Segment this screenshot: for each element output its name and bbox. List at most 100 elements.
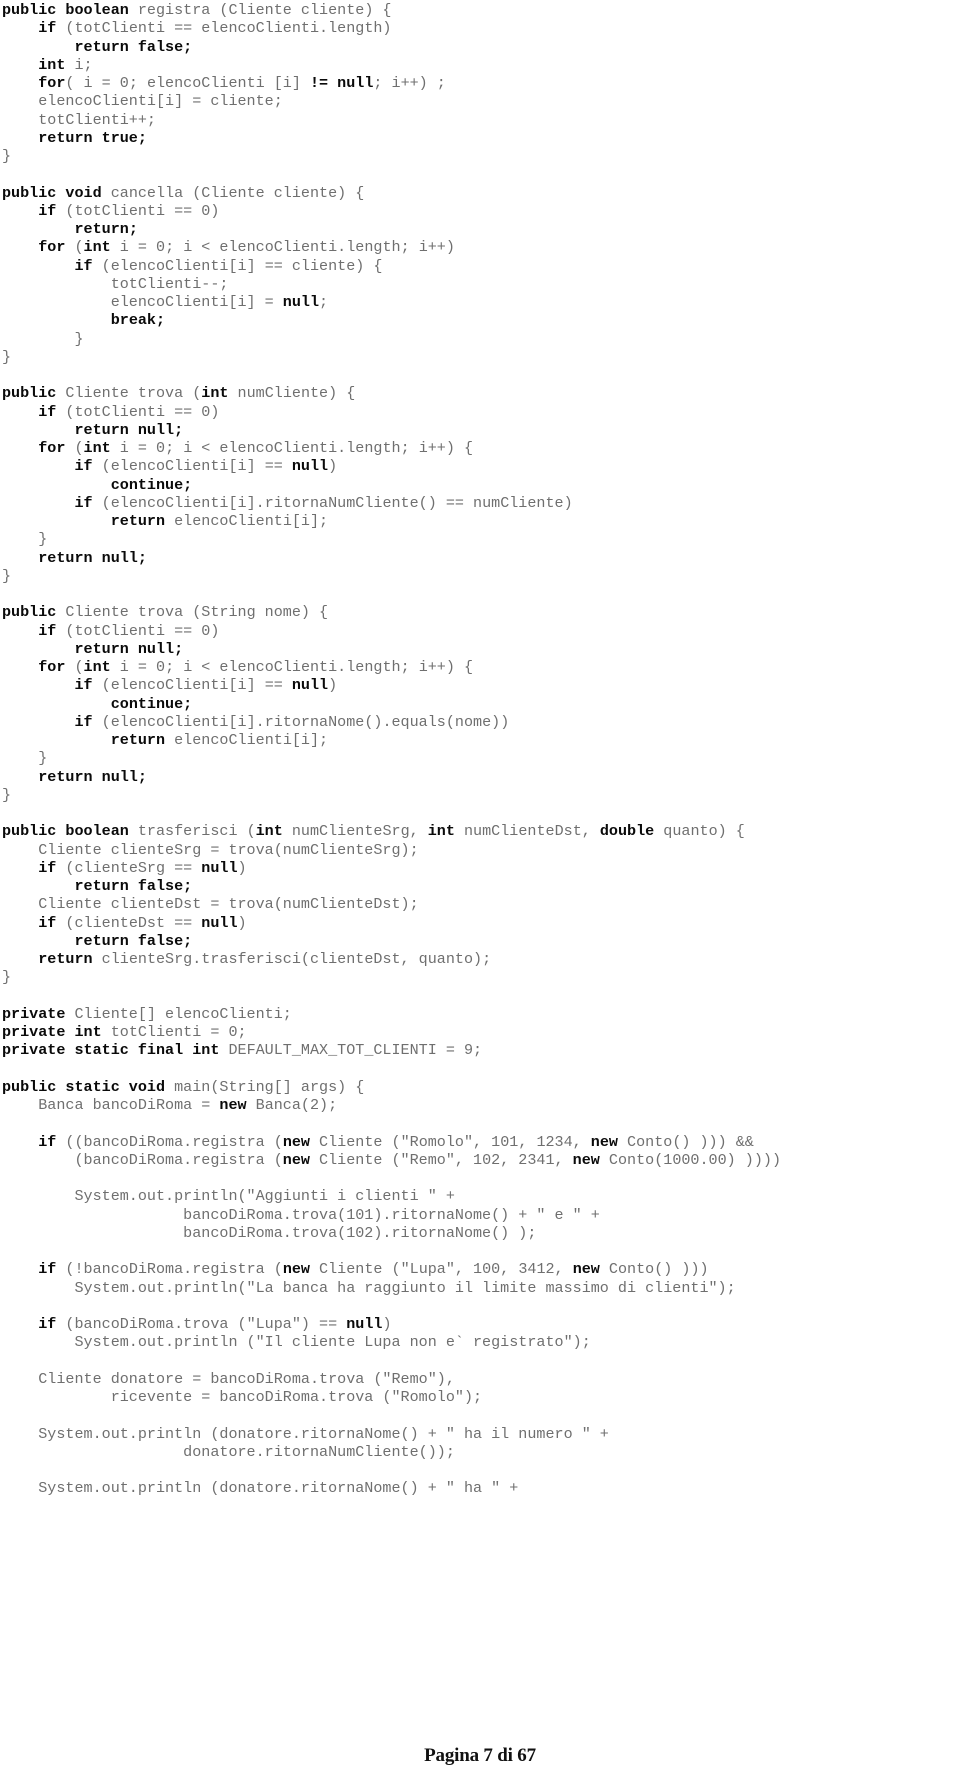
- code-line: elencoClienti[i] = null;: [0, 293, 960, 311]
- code-keyword: private: [2, 1004, 66, 1023]
- code-keyword: if: [38, 402, 57, 421]
- code-keyword: continue;: [110, 694, 193, 713]
- code-identifier: Cliente donatore = bancoDiRoma.trova ("R…: [2, 1369, 455, 1388]
- code-keyword: private int: [2, 1023, 102, 1041]
- code-keyword: return true;: [38, 128, 147, 147]
- page-footer: Pagina 7 di 67: [0, 1745, 960, 1767]
- code-identifier: (bancoDiRoma.trova ("Lupa") ==: [56, 1315, 347, 1333]
- code-identifier: (elencoClienti[i] == cliente) {: [92, 256, 383, 275]
- code-line: int i;: [0, 56, 960, 74]
- code-identifier: }: [2, 530, 48, 549]
- code-identifier: elencoClienti[i];: [165, 512, 329, 530]
- code-identifier: elencoClienti[i] = cliente;: [2, 92, 283, 111]
- code-identifier: trasferisci (: [128, 822, 256, 841]
- code-identifier: System.out.println (donatore.ritornaNome…: [2, 1424, 609, 1443]
- code-identifier: [2, 476, 111, 494]
- code-line: (bancoDiRoma.registra (new Cliente ("Rem…: [0, 1151, 960, 1169]
- code-identifier: (: [65, 238, 84, 257]
- code-keyword: if: [38, 201, 57, 220]
- code-keyword: new: [282, 1132, 310, 1151]
- code-keyword: if: [38, 621, 57, 640]
- code-identifier: ( i = 0; elencoClienti [i]: [65, 74, 310, 92]
- code-identifier: [2, 38, 74, 56]
- code-line: Cliente donatore = bancoDiRoma.trova ("R…: [0, 1370, 960, 1388]
- code-identifier: [2, 403, 38, 421]
- code-line: if (elencoClienti[i] == cliente) {: [0, 257, 960, 275]
- code-identifier: i = 0; i < elencoClienti.length; i++) {: [110, 439, 474, 457]
- code-identifier: (elencoClienti[i].ritornaNome().equals(n…: [92, 712, 510, 731]
- code-line: if (totClienti == 0): [0, 403, 960, 421]
- code-keyword: return null;: [38, 548, 147, 567]
- code-line: public Cliente trova (String nome) {: [0, 603, 960, 621]
- code-identifier: [2, 640, 74, 658]
- code-identifier: (elencoClienti[i] ==: [92, 676, 292, 695]
- code-identifier: [2, 220, 74, 238]
- code-identifier: Banca bancoDiRoma =: [2, 1096, 220, 1114]
- code-keyword: private static final int: [2, 1041, 220, 1060]
- code-identifier: ): [328, 457, 338, 476]
- code-keyword: if: [38, 1315, 57, 1333]
- code-keyword: return: [110, 731, 166, 749]
- code-keyword: double: [599, 822, 655, 841]
- code-line: return true;: [0, 129, 960, 147]
- code-line: public Cliente trova (int numCliente) {: [0, 384, 960, 402]
- code-identifier: donatore.ritornaNumCliente());: [2, 1442, 455, 1461]
- code-keyword: != null: [309, 74, 374, 92]
- code-identifier: Banca(2);: [246, 1096, 338, 1114]
- code-line: return elencoClienti[i];: [0, 731, 960, 749]
- code-identifier: elencoClienti[i] =: [2, 293, 283, 311]
- code-identifier: (totClienti == 0): [56, 201, 220, 220]
- code-identifier: cancella (Cliente cliente) {: [101, 183, 365, 202]
- code-keyword: if: [38, 1132, 57, 1151]
- code-keyword: int: [38, 55, 66, 74]
- code-keyword: null: [291, 676, 329, 695]
- page-number-label: Pagina 7 di 67: [424, 1745, 536, 1766]
- code-identifier: [2, 311, 111, 329]
- code-identifier: ((bancoDiRoma.registra (: [56, 1132, 283, 1151]
- code-identifier: registra (Cliente cliente) {: [128, 1, 392, 19]
- code-keyword: int: [83, 238, 111, 257]
- code-line: }: [0, 749, 960, 767]
- code-identifier: System.out.println (donatore.ritornaNome…: [2, 1479, 519, 1498]
- code-identifier: [2, 658, 38, 676]
- code-identifier: [2, 877, 74, 895]
- code-identifier: (elencoClienti[i] ==: [92, 457, 292, 476]
- code-identifier: elencoClienti[i];: [165, 731, 329, 749]
- code-keyword: return: [38, 950, 93, 968]
- code-identifier: totClienti++;: [2, 110, 156, 129]
- code-identifier: (: [65, 658, 84, 676]
- code-line: System.out.println ("Il cliente Lupa non…: [0, 1333, 960, 1351]
- code-identifier: [2, 622, 38, 640]
- code-keyword: if: [74, 676, 93, 695]
- code-keyword: public boolean: [2, 1, 129, 19]
- code-keyword: if: [38, 858, 57, 877]
- code-keyword: new: [572, 1260, 600, 1279]
- code-line: elencoClienti[i] = cliente;: [0, 92, 960, 110]
- code-keyword: if: [74, 493, 93, 512]
- code-identifier: Conto() ))): [599, 1260, 709, 1279]
- code-line: if (!bancoDiRoma.registra (new Cliente (…: [0, 1260, 960, 1278]
- code-keyword: return null;: [74, 639, 184, 658]
- code-line: if (elencoClienti[i].ritornaNumCliente()…: [0, 494, 960, 512]
- code-identifier: System.out.println ("Il cliente Lupa non…: [2, 1333, 591, 1352]
- code-line: if (clienteSrg == null): [0, 859, 960, 877]
- code-line: }: [0, 348, 960, 366]
- code-line: donatore.ritornaNumCliente());: [0, 1443, 960, 1461]
- code-line: return null;: [0, 768, 960, 786]
- code-keyword: null: [291, 457, 329, 476]
- code-line: if (bancoDiRoma.trova ("Lupa") == null): [0, 1315, 960, 1333]
- code-identifier: }: [2, 749, 48, 768]
- code-keyword: new: [590, 1132, 618, 1151]
- code-identifier: [2, 549, 38, 567]
- code-line: ricevente = bancoDiRoma.trova ("Romolo")…: [0, 1388, 960, 1406]
- code-line: if ((bancoDiRoma.registra (new Cliente (…: [0, 1133, 960, 1151]
- code-line: }: [0, 968, 960, 986]
- code-line: private int totClienti = 0;: [0, 1023, 960, 1041]
- code-line: return null;: [0, 549, 960, 567]
- code-keyword: if: [74, 712, 93, 731]
